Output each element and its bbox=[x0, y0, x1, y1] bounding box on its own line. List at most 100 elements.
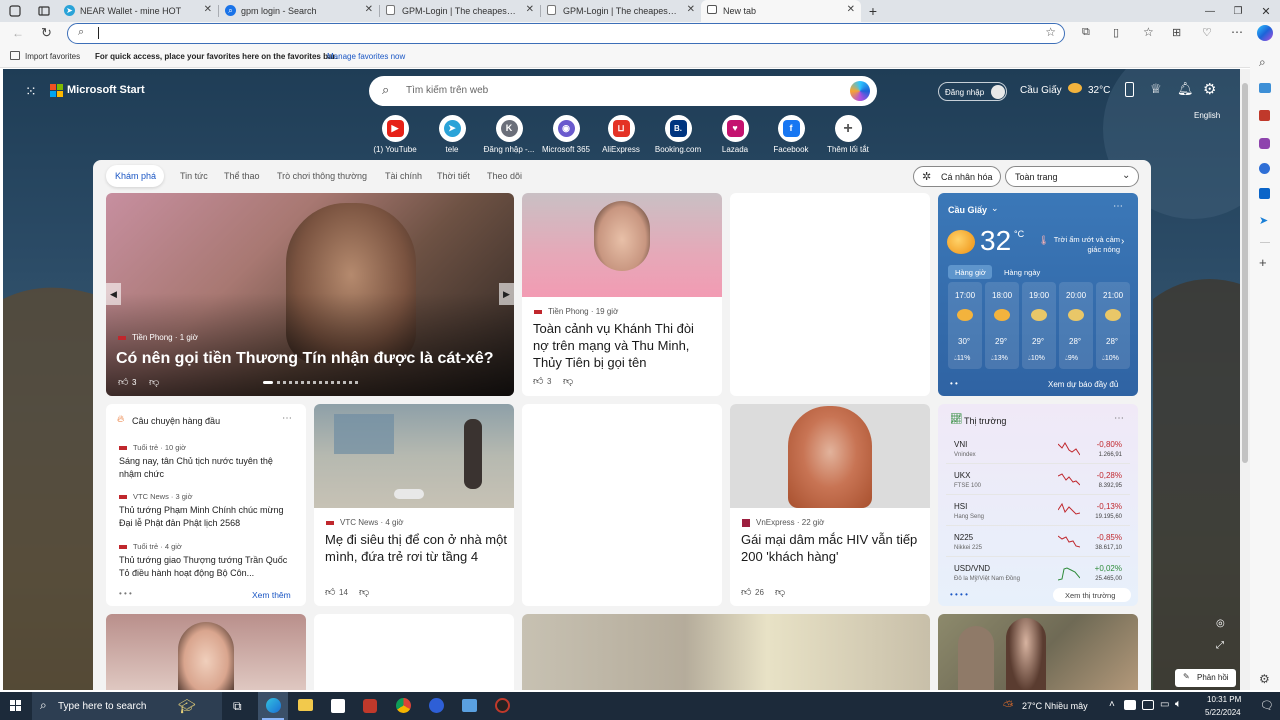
like-icon[interactable]: 👍︎ bbox=[118, 376, 128, 388]
market-row[interactable]: USD/VND Đô la Mỹ/Việt Nam Đồng +0,02% 25.46… bbox=[946, 560, 1130, 588]
taskbar-search[interactable]: ⌕ Type here to search 🎓︎ bbox=[32, 692, 222, 720]
news-card-vtc[interactable]: VTC News · 4 giờ Mẹ đi siêu thị để con ở… bbox=[314, 404, 514, 606]
chevron-down-icon[interactable]: ⌄ bbox=[991, 203, 999, 214]
tab-gpm-login-1[interactable]: GPM-Login | The cheapest and b✕ bbox=[380, 0, 540, 22]
news-card-partial[interactable] bbox=[522, 614, 930, 690]
like-icon[interactable]: 👍︎ bbox=[325, 586, 335, 598]
page-dots[interactable]: • • bbox=[950, 379, 958, 388]
tools-icon[interactable] bbox=[1259, 110, 1270, 121]
next-arrow-icon[interactable]: ▶ bbox=[499, 283, 514, 305]
weather-card[interactable]: Cầu Giấy ⌄ ⋯ 32 °C 🌡︎ Trời ẩm ướt và cảm… bbox=[938, 193, 1138, 396]
hero-card[interactable]: ◀ ▶ Tiền Phong · 1 giờ Có nên gọi tiền T… bbox=[106, 193, 514, 396]
close-icon[interactable]: ✕ bbox=[204, 4, 212, 15]
tab-gpm-search[interactable]: ⌕ gpm login - Search ✕ bbox=[219, 0, 379, 22]
see-market-button[interactable]: Xem thị trường bbox=[1053, 588, 1131, 602]
close-icon[interactable]: ✕ bbox=[365, 4, 373, 15]
favorites-icon[interactable]: ☆ bbox=[1143, 25, 1154, 39]
market-row[interactable]: UKX FTSE 100 -0,28% 8.392,95 bbox=[946, 467, 1130, 495]
tab-tin-tuc[interactable]: Tin tức bbox=[180, 171, 208, 181]
news-card-khanh-thi[interactable]: Tiền Phong · 19 giờ Toàn cảnh vụ Khánh T… bbox=[522, 193, 722, 396]
app-launcher-icon[interactable]: ⁙ bbox=[25, 83, 37, 100]
refresh-icon[interactable]: ↻ bbox=[41, 25, 52, 41]
profile-icon[interactable] bbox=[0, 0, 30, 22]
scrollbar-thumb[interactable] bbox=[1242, 83, 1248, 463]
tab-near-wallet[interactable]: ➤ NEAR Wallet - mine HOT ✕ bbox=[58, 0, 218, 22]
tab-theo-doi[interactable]: Theo dõi bbox=[487, 171, 522, 181]
tab-gpm-login-2[interactable]: GPM-Login | The cheapest and b✕ bbox=[541, 0, 701, 22]
focus-icon[interactable]: ◎ bbox=[1216, 618, 1225, 629]
gpm-icon[interactable] bbox=[495, 698, 510, 713]
minimize-button[interactable]: — bbox=[1196, 6, 1224, 17]
task-view-icon[interactable]: ⧉ bbox=[233, 699, 242, 714]
web-search-box[interactable]: ⌕ Tìm kiếm trên web bbox=[369, 76, 877, 106]
tab-the-thao[interactable]: Thể thao bbox=[224, 171, 260, 181]
header-temp[interactable]: 32°C bbox=[1088, 85, 1110, 96]
clock-date[interactable]: 5/22/2024 bbox=[1205, 708, 1241, 717]
games-icon[interactable] bbox=[1259, 138, 1270, 149]
page-scrollbar[interactable] bbox=[1240, 69, 1250, 690]
wps-icon[interactable] bbox=[363, 699, 377, 713]
like-icon[interactable]: 👍︎ bbox=[533, 375, 543, 387]
shopping-icon[interactable] bbox=[1259, 83, 1271, 93]
tab-kham-pha[interactable]: Khám phá bbox=[106, 165, 164, 187]
file-explorer-icon[interactable] bbox=[298, 699, 313, 711]
browser-essentials-icon[interactable]: ♡ bbox=[1202, 26, 1212, 39]
list-item[interactable]: Tuổi trẻ · 4 giờ Thủ tướng giao Thượng t… bbox=[119, 542, 295, 580]
favorite-star-icon[interactable]: ☆ bbox=[1045, 25, 1056, 39]
send-icon[interactable]: ➤ bbox=[1259, 214, 1268, 227]
app-icon[interactable] bbox=[462, 699, 477, 712]
close-icon[interactable]: ✕ bbox=[526, 4, 534, 15]
like-icon[interactable]: 👍︎ bbox=[741, 586, 751, 598]
card-vtc-title[interactable]: Mẹ đi siêu thị để con ở nhà một mình, đứ… bbox=[325, 531, 507, 565]
card-vnx-title[interactable]: Gái mại dâm mắc HIV vẫn tiếp 200 'khách … bbox=[741, 531, 923, 565]
page-dots[interactable]: • • • • bbox=[950, 590, 968, 599]
quicklink-add-shortcut[interactable]: + Thêm lối tắt bbox=[818, 115, 878, 154]
tab-daily[interactable]: Hàng ngày bbox=[1004, 268, 1040, 277]
full-forecast-link[interactable]: Xem dự báo đầy đủ bbox=[1048, 380, 1118, 389]
dislike-icon[interactable]: 👎︎ bbox=[563, 375, 573, 387]
card2-title[interactable]: Toàn cảnh vụ Khánh Thi đòi nợ trên mạng … bbox=[533, 320, 713, 371]
quicklink-booking[interactable]: B. Booking.com bbox=[648, 115, 708, 154]
outlook-icon[interactable] bbox=[1259, 188, 1270, 199]
quicklink-youtube[interactable]: ▶ (1) YouTube bbox=[365, 115, 425, 154]
hero-title[interactable]: Có nên gọi tiền Thương Tín nhận được là … bbox=[116, 350, 506, 368]
tab-actions-icon[interactable] bbox=[30, 0, 58, 22]
quicklink-tele[interactable]: ➤ tele bbox=[422, 115, 482, 154]
feedback-button[interactable]: ✎ Phản hồi bbox=[1175, 669, 1236, 687]
language-link[interactable]: English bbox=[1194, 111, 1220, 120]
market-row[interactable]: N225 Nikkei 225 -0,85% 38.617,10 bbox=[946, 529, 1130, 557]
more-options-icon[interactable]: ⋯ bbox=[1114, 413, 1124, 424]
copilot-icon[interactable] bbox=[850, 81, 870, 101]
tab-tai-chinh[interactable]: Tài chính bbox=[385, 171, 422, 181]
tab-hourly[interactable]: Hàng giờ bbox=[948, 265, 992, 279]
taskbar-weather[interactable]: 27°C Nhiều mây bbox=[1022, 701, 1088, 711]
network-icon[interactable] bbox=[1142, 700, 1154, 710]
search-icon[interactable]: ⌕ bbox=[1259, 55, 1266, 70]
add-icon[interactable]: + bbox=[1259, 255, 1267, 270]
dislike-icon[interactable]: 👎︎ bbox=[359, 586, 369, 598]
more-options-icon[interactable]: ⋯ bbox=[282, 413, 292, 424]
market-row[interactable]: VNI Vnindex -0,80% 1.266,91 bbox=[946, 436, 1130, 464]
news-card-partial[interactable] bbox=[106, 614, 306, 690]
phone-icon[interactable] bbox=[1125, 82, 1134, 97]
restore-button[interactable]: ❐ bbox=[1224, 6, 1252, 17]
personalize-button[interactable]: ✲ Cá nhân hóa bbox=[913, 166, 1001, 187]
split-screen-icon[interactable]: ▯ bbox=[1113, 26, 1119, 39]
chevron-up-icon[interactable]: ˄ bbox=[1109, 699, 1115, 710]
taskbar-app-edge[interactable] bbox=[258, 692, 288, 720]
extensions-icon[interactable]: ⧉ bbox=[1082, 26, 1090, 39]
quicklink-dang-nhap[interactable]: K Đăng nhập -... bbox=[479, 115, 539, 154]
back-icon[interactable]: ← bbox=[12, 26, 24, 40]
quicklink-lazada[interactable]: ♥ Lazada bbox=[705, 115, 765, 154]
carousel-dots[interactable] bbox=[263, 381, 359, 384]
app-icon[interactable] bbox=[429, 698, 444, 713]
dislike-icon[interactable]: 👎︎ bbox=[149, 376, 159, 388]
more-menu-icon[interactable]: ⋯ bbox=[1231, 25, 1243, 39]
brand-title[interactable]: Microsoft Start bbox=[67, 84, 145, 96]
tab-thoi-tiet[interactable]: Thời tiết bbox=[437, 171, 470, 181]
collections-icon[interactable]: ⊞ bbox=[1172, 26, 1181, 39]
dislike-icon[interactable]: 👎︎ bbox=[775, 586, 785, 598]
chevron-right-icon[interactable]: › bbox=[1121, 236, 1124, 247]
close-icon[interactable]: ✕ bbox=[847, 4, 855, 15]
m365-icon[interactable] bbox=[1259, 163, 1270, 174]
